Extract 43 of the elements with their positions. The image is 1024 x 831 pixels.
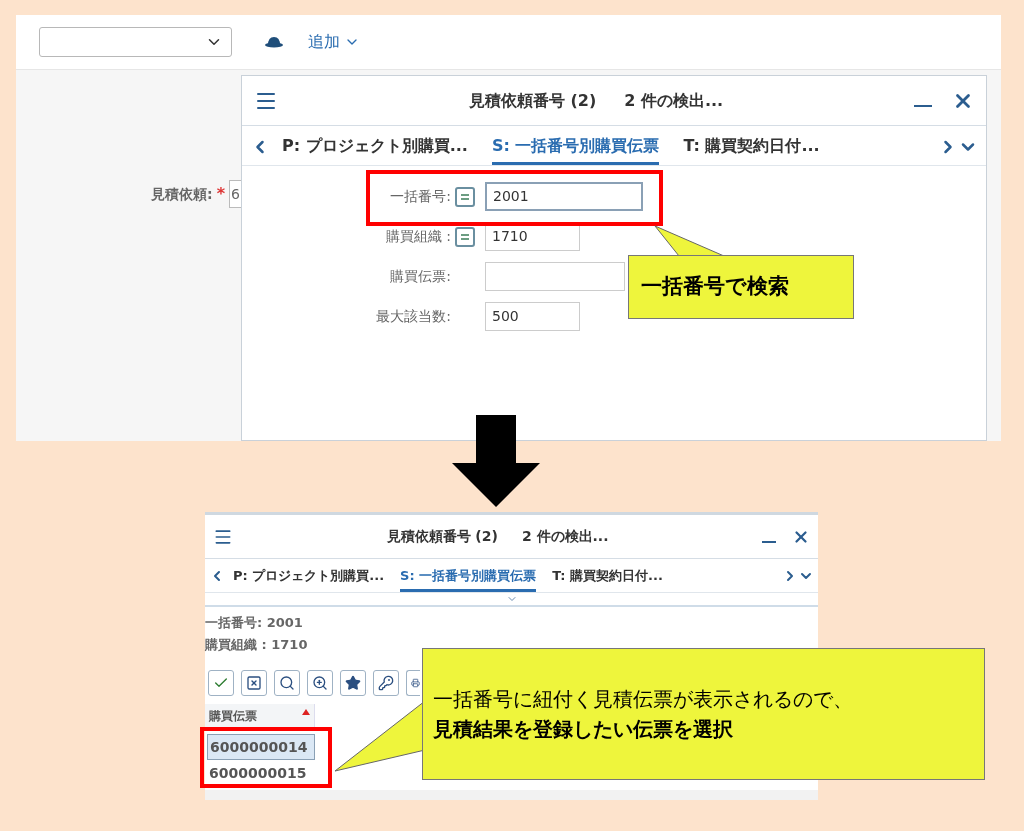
- field-label: 一括番号:: [389, 187, 452, 206]
- tab[interactable]: P: プロジェクト別購買...: [282, 134, 468, 165]
- form-label: 見積依頼:: [151, 185, 213, 204]
- add-menu[interactable]: 追加: [308, 30, 360, 54]
- tab[interactable]: P: プロジェクト別購買...: [233, 565, 385, 592]
- dropdown-field[interactable]: [39, 27, 232, 57]
- callout-text: 見積結果を登録したい伝票を選択: [433, 716, 734, 743]
- table-cell[interactable]: 6000000014: [207, 734, 315, 760]
- check-icon[interactable]: [208, 670, 234, 696]
- lookup-icon[interactable]: [455, 226, 475, 247]
- input-field[interactable]: 500: [485, 302, 580, 331]
- dialog-title: 見積依頼番号 (2): [468, 89, 597, 112]
- printer-icon[interactable]: [406, 670, 420, 696]
- minimize-icon[interactable]: [914, 104, 932, 107]
- dialog-title: 見積依頼番号 (2): [386, 527, 498, 546]
- summary-text: 一括番号: 2001: [205, 614, 304, 632]
- key-icon[interactable]: [373, 670, 399, 696]
- callout-text: 一括番号に紐付く見積伝票が表示されるので、: [433, 686, 854, 713]
- field-label: 購買伝票:: [389, 267, 452, 286]
- tab[interactable]: T: 購買契約日付...: [552, 565, 663, 592]
- input-field[interactable]: 2001: [485, 182, 643, 211]
- tab[interactable]: T: 購買契約日付...: [683, 134, 820, 165]
- sort-icon[interactable]: [302, 709, 310, 715]
- result-count: 2 件の検出...: [521, 527, 609, 546]
- input-field[interactable]: [485, 262, 625, 291]
- input-field[interactable]: 6: [229, 180, 241, 208]
- callout-text: 一括番号で検索: [641, 273, 789, 301]
- minimize-icon[interactable]: [762, 540, 776, 543]
- tab[interactable]: S: 一括番号別購買伝票: [491, 134, 660, 165]
- field-label: 最大該当数:: [375, 307, 452, 326]
- tab[interactable]: S: 一括番号別購買伝票: [400, 565, 537, 592]
- result-count: 2 件の検出...: [624, 89, 724, 112]
- field-label: 購買組織 :: [384, 227, 452, 246]
- down-arrow-icon: [452, 415, 540, 507]
- zoom-in-icon[interactable]: [307, 670, 333, 696]
- table-cell[interactable]: 6000000015: [207, 760, 315, 786]
- lookup-icon[interactable]: [455, 186, 475, 207]
- required-mark: *: [216, 183, 225, 205]
- summary-text: 購買組織 : 1710: [205, 635, 309, 654]
- search-icon[interactable]: [274, 670, 300, 696]
- column-header[interactable]: 購買伝票: [205, 704, 315, 728]
- hat-icon[interactable]: [264, 36, 284, 48]
- clear-icon[interactable]: [241, 670, 267, 696]
